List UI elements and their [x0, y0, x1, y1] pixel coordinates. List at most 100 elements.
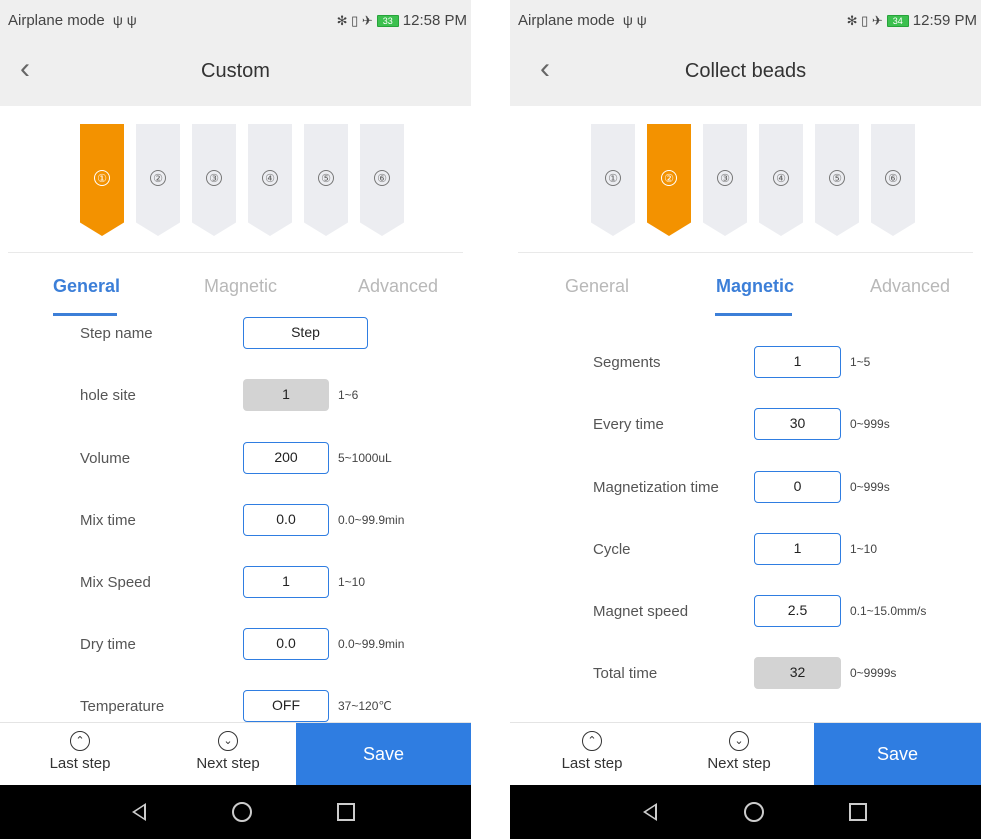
tab-general[interactable]: General	[565, 276, 629, 297]
status-bar: Airplane mode ψ ψ ✻ ▯ ✈ 34 12:59 PM	[510, 0, 981, 40]
form-row-mix-speed: Mix Speed 1 1~10	[0, 566, 471, 600]
field-label: Temperature	[80, 698, 165, 715]
step-number: ①	[94, 170, 110, 186]
last-step-button[interactable]: ⌃ Last step	[532, 723, 652, 786]
field-label: Cycle	[593, 541, 631, 558]
field-label: Volume	[80, 450, 131, 467]
step-tab-2[interactable]: ②	[647, 124, 691, 236]
battery-icon: 34	[886, 14, 909, 27]
system-recents-icon[interactable]	[337, 803, 355, 821]
system-back-icon[interactable]	[643, 803, 657, 821]
status-icons: ✻ ▯ ✈	[336, 12, 373, 28]
form-row-every-time: Every time 30 0~999s	[510, 408, 981, 442]
step-number: ②	[150, 170, 166, 186]
field-label: Mix time	[80, 512, 136, 529]
every-time-input[interactable]: 30	[754, 408, 841, 440]
range-hint: 1~6	[338, 388, 359, 402]
tab-magnetic[interactable]: Magnetic	[204, 276, 277, 297]
page-title: Collect beads	[684, 60, 807, 82]
system-back-icon[interactable]	[132, 803, 146, 821]
chevron-down-circle-icon: ⌄	[729, 731, 749, 751]
last-step-button[interactable]: ⌃ Last step	[20, 723, 140, 786]
system-home-icon[interactable]	[232, 802, 252, 822]
step-name-input[interactable]: Step	[243, 317, 368, 349]
step-tab-5[interactable]: ⑤	[304, 124, 348, 236]
usb-icon: ψ ψ	[112, 12, 137, 28]
status-icons: ✻ ▯ ✈	[846, 12, 883, 28]
divider	[518, 252, 973, 253]
tab-underline	[715, 313, 792, 316]
save-button[interactable]: Save	[814, 723, 981, 786]
tab-advanced[interactable]: Advanced	[870, 276, 950, 297]
system-nav-bar	[0, 785, 471, 839]
step-number: ⑥	[885, 170, 901, 186]
clock: 12:58 PM	[402, 12, 467, 29]
volume-input[interactable]: 200	[243, 442, 329, 474]
step-tab-6[interactable]: ⑥	[360, 124, 404, 236]
system-recents-icon[interactable]	[849, 803, 867, 821]
tab-general[interactable]: General	[53, 276, 120, 297]
divider	[8, 252, 463, 253]
last-step-label: Last step	[561, 755, 623, 772]
step-tab-5[interactable]: ⑤	[815, 124, 859, 236]
tab-advanced[interactable]: Advanced	[358, 276, 438, 297]
step-selector: ① ② ③ ④ ⑤ ⑥	[510, 124, 981, 240]
next-step-button[interactable]: ⌄ Next step	[168, 723, 288, 786]
field-label: Segments	[593, 354, 661, 371]
chevron-up-circle-icon: ⌃	[582, 731, 602, 751]
hole-site-field: 1	[243, 379, 329, 411]
form-row-temperature: Temperature OFF 37~120℃	[0, 690, 471, 724]
step-number: ③	[717, 170, 733, 186]
step-number: ④	[262, 170, 278, 186]
form-row-total-time: Total time 32 0~9999s	[510, 657, 981, 691]
step-tab-3[interactable]: ③	[703, 124, 747, 236]
step-tab-2[interactable]: ②	[136, 124, 180, 236]
page-title: Custom	[201, 60, 270, 82]
step-tab-1[interactable]: ①	[591, 124, 635, 236]
form-row-cycle: Cycle 1 1~10	[510, 533, 981, 567]
cycle-input[interactable]: 1	[754, 533, 841, 565]
range-hint: 1~10	[850, 542, 878, 556]
total-time-field: 32	[754, 657, 841, 689]
step-number: ⑥	[374, 170, 390, 186]
range-hint: 0.1~15.0mm/s	[850, 604, 927, 618]
next-step-button[interactable]: ⌄ Next step	[679, 723, 799, 786]
step-tab-4[interactable]: ④	[759, 124, 803, 236]
tab-magnetic[interactable]: Magnetic	[716, 276, 794, 297]
bottom-action-bar: ⌃ Last step ⌄ Next step Save	[0, 722, 471, 786]
system-home-icon[interactable]	[744, 802, 764, 822]
field-label: Dry time	[80, 636, 136, 653]
step-tab-3[interactable]: ③	[192, 124, 236, 236]
step-tab-6[interactable]: ⑥	[871, 124, 915, 236]
step-number: ④	[773, 170, 789, 186]
step-tab-4[interactable]: ④	[248, 124, 292, 236]
step-tab-1[interactable]: ①	[80, 124, 124, 236]
chevron-down-circle-icon: ⌄	[218, 731, 238, 751]
segments-input[interactable]: 1	[754, 346, 841, 378]
mix-speed-input[interactable]: 1	[243, 566, 329, 598]
step-number: ②	[661, 170, 677, 186]
mix-time-input[interactable]: 0.0	[243, 504, 329, 536]
clock: 12:59 PM	[912, 12, 977, 29]
dry-time-input[interactable]: 0.0	[243, 628, 329, 660]
magnet-speed-input[interactable]: 2.5	[754, 595, 841, 627]
system-nav-bar	[510, 785, 981, 839]
field-label: Step name	[80, 325, 153, 342]
save-button[interactable]: Save	[296, 723, 471, 786]
field-label: Mix Speed	[80, 574, 151, 591]
tab-bar: General Magnetic Advanced	[510, 268, 981, 318]
field-label: hole site	[80, 387, 136, 404]
temperature-toggle[interactable]: OFF	[243, 690, 329, 722]
form-row-magnet-speed: Magnet speed 2.5 0.1~15.0mm/s	[510, 595, 981, 629]
status-bar: Airplane mode ψ ψ ✻ ▯ ✈ 33 12:58 PM	[0, 0, 471, 40]
bottom-action-bar: ⌃ Last step ⌄ Next step Save	[510, 722, 981, 786]
range-hint: 0.0~99.9min	[338, 637, 405, 651]
field-label: Magnetization time	[593, 479, 719, 496]
usb-icon: ψ ψ	[622, 12, 647, 28]
last-step-label: Last step	[49, 755, 111, 772]
form-row-segments: Segments 1 1~5	[510, 346, 981, 380]
range-hint: 1~5	[850, 355, 871, 369]
magnetization-time-input[interactable]: 0	[754, 471, 841, 503]
step-number: ①	[605, 170, 621, 186]
form-row-mix-time: Mix time 0.0 0.0~99.9min	[0, 504, 471, 538]
